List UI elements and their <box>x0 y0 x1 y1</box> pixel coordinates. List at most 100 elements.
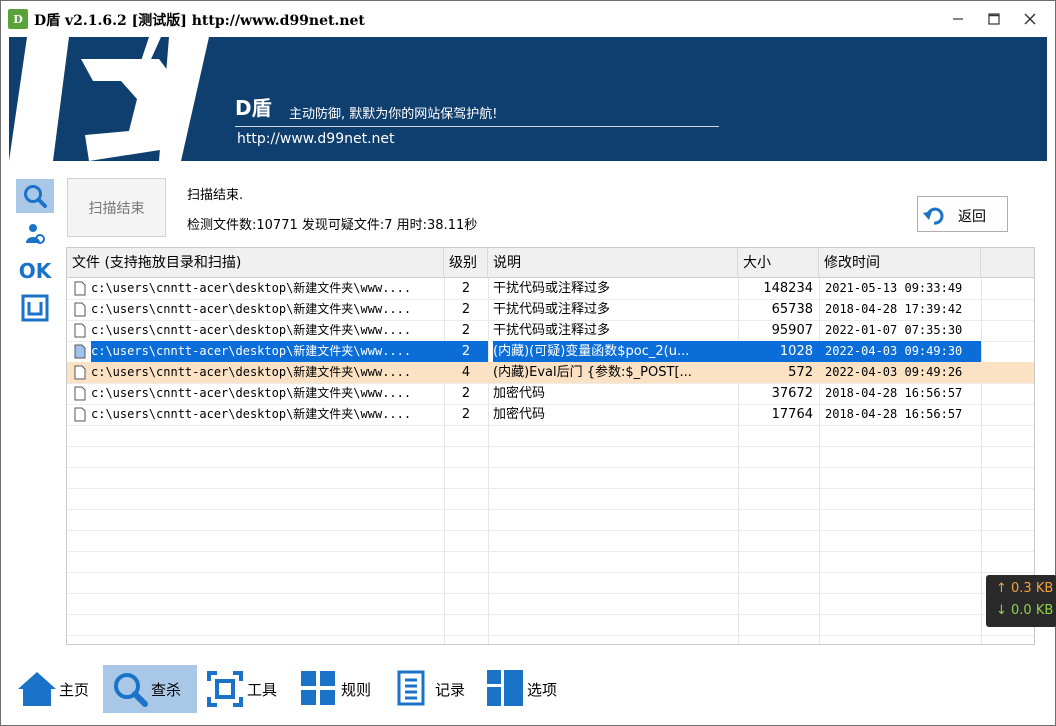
file-icon <box>74 344 86 359</box>
cell-desc: (内藏)Eval后门 {参数:$_POST[... <box>493 365 692 380</box>
app-icon: D <box>8 9 28 29</box>
cell-level: 2 <box>461 386 471 401</box>
cell-level: 2 <box>461 407 471 422</box>
grid-icon <box>301 671 335 705</box>
file-icon <box>74 302 86 317</box>
banner-slogan: 主动防御, 默默为你的网站保驾护航! <box>289 107 498 122</box>
cell-desc: 加密代码 <box>493 407 546 422</box>
grid-line-horizontal <box>67 593 1034 594</box>
cell-size: 65738 <box>771 302 813 317</box>
upload-speed: ↑ 0.3 KB <box>996 581 1054 596</box>
file-icon <box>74 323 86 338</box>
side-tool-ok[interactable]: OK <box>16 254 54 288</box>
cell-mtime: 2021-05-13 09:33:49 <box>825 281 963 295</box>
search-icon <box>24 185 47 208</box>
banner-brand: D盾 <box>235 96 272 120</box>
grid-line-horizontal <box>67 635 1034 636</box>
grid-line-horizontal <box>67 425 1034 426</box>
col-file[interactable]: 文件 (支持拖放目录和扫描) <box>67 248 444 278</box>
close-button[interactable] <box>1015 7 1045 31</box>
cell-size: 572 <box>788 365 813 380</box>
table-row[interactable]: c:\users\cnntt-acer\desktop\新建文件夹\www...… <box>67 320 1034 341</box>
grid-line-horizontal <box>67 551 1034 552</box>
frame-icon <box>21 294 49 322</box>
undo-icon <box>923 207 944 225</box>
grid-line-horizontal <box>67 488 1034 489</box>
close-icon <box>1024 13 1036 25</box>
cell-file: c:\users\cnntt-acer\desktop\新建文件夹\www...… <box>91 281 412 295</box>
file-icon <box>74 281 86 296</box>
cell-size: 148234 <box>763 281 813 296</box>
user-icon <box>26 224 45 244</box>
table-row[interactable]: c:\users\cnntt-acer\desktop\新建文件夹\www...… <box>67 404 1034 425</box>
bottom-nav: 主页 查杀 工具 规则 记录 选项 <box>9 657 1047 719</box>
app-window: D D盾 v2.1.6.2 [测试版] http://www.d99net.ne… <box>0 0 1056 726</box>
back-button[interactable]: 返回 <box>917 196 1008 232</box>
nav-log[interactable]: 记录 <box>391 665 477 713</box>
banner-url[interactable]: http://www.d99net.net <box>237 131 395 147</box>
header-banner: D盾 主动防御, 默默为你的网站保驾护航! http://www.d99net.… <box>9 37 1047 161</box>
table-row[interactable]: c:\users\cnntt-acer\desktop\新建文件夹\www...… <box>67 278 1034 299</box>
nav-home[interactable]: 主页 <box>13 665 99 713</box>
download-speed: ↓ 0.0 KB <box>996 603 1054 618</box>
col-level[interactable]: 级别 <box>444 248 488 278</box>
nav-scan-label: 查杀 <box>151 680 182 699</box>
nav-tools-label: 工具 <box>247 680 278 699</box>
side-tool-frame[interactable] <box>16 291 54 325</box>
cell-file: c:\users\cnntt-acer\desktop\新建文件夹\www...… <box>91 365 412 379</box>
cell-size: 95907 <box>771 323 813 338</box>
cell-file: c:\users\cnntt-acer\desktop\新建文件夹\www...… <box>91 323 412 337</box>
cell-mtime: 2022-04-03 09:49:30 <box>819 341 981 362</box>
nav-tools[interactable]: 工具 <box>203 665 289 713</box>
col-desc[interactable]: 说明 <box>488 248 738 278</box>
scan-finished-button[interactable]: 扫描结束 <box>67 178 166 237</box>
search-icon <box>114 673 148 707</box>
minimize-button[interactable] <box>943 7 973 31</box>
grid-line-horizontal <box>67 572 1034 573</box>
cell-size: 17764 <box>771 407 813 422</box>
col-mtime[interactable]: 修改时间 <box>819 248 981 278</box>
nav-scan[interactable]: 查杀 <box>103 665 197 713</box>
col-size[interactable]: 大小 <box>738 248 819 278</box>
cell-mtime: 2022-01-07 07:35:30 <box>825 323 963 337</box>
title-bar: D D盾 v2.1.6.2 [测试版] http://www.d99net.ne… <box>1 1 1055 37</box>
side-tool-scan[interactable] <box>16 179 54 213</box>
table-row[interactable]: c:\users\cnntt-acer\desktop\新建文件夹\www...… <box>67 383 1034 404</box>
cell-level: 2 <box>461 302 471 317</box>
log-icon <box>397 670 425 706</box>
side-tool-users[interactable] <box>16 217 54 251</box>
grid-line-horizontal <box>67 614 1034 615</box>
maximize-button[interactable] <box>979 7 1009 31</box>
cell-file: c:\users\cnntt-acer\desktop\新建文件夹\www...… <box>91 302 412 316</box>
minimize-icon <box>953 18 963 20</box>
table-row[interactable]: c:\users\cnntt-acer\desktop\新建文件夹\www...… <box>67 341 1034 362</box>
nav-log-label: 记录 <box>435 680 466 699</box>
grid-line-horizontal <box>67 509 1034 510</box>
cell-level: 4 <box>461 365 471 380</box>
cell-desc: 干扰代码或注释过多 <box>493 281 611 296</box>
banner-divider <box>235 126 719 127</box>
grid-line-horizontal <box>67 530 1034 531</box>
scan-status: 扫描结束. <box>187 188 244 203</box>
cell-level: 2 <box>461 281 471 296</box>
d-shield-logo <box>9 37 209 161</box>
cell-file: c:\users\cnntt-acer\desktop\新建文件夹\www...… <box>91 341 444 362</box>
cell-mtime: 2018-04-28 16:56:57 <box>825 386 963 400</box>
cell-level: 2 <box>461 323 471 338</box>
network-speed-widget: ↑ 0.3 KB ↓ 0.0 KB <box>986 575 1056 627</box>
table-row[interactable]: c:\users\cnntt-acer\desktop\新建文件夹\www...… <box>67 362 1034 383</box>
nav-options-label: 选项 <box>527 680 558 699</box>
grid-line-horizontal <box>67 446 1034 447</box>
file-icon <box>74 407 86 422</box>
results-table: 文件 (支持拖放目录和扫描) 级别 说明 大小 修改时间 c:\users\cn… <box>66 247 1035 645</box>
cell-mtime: 2018-04-28 17:39:42 <box>825 302 963 316</box>
home-icon <box>18 672 56 706</box>
nav-rules[interactable]: 规则 <box>297 665 383 713</box>
cell-size: 1028 <box>738 341 819 362</box>
cell-desc: 干扰代码或注释过多 <box>493 302 611 317</box>
cell-size: 37672 <box>771 386 813 401</box>
table-row[interactable]: c:\users\cnntt-acer\desktop\新建文件夹\www...… <box>67 299 1034 320</box>
nav-options[interactable]: 选项 <box>485 665 571 713</box>
nav-home-label: 主页 <box>59 680 90 699</box>
cell-level: 2 <box>444 341 488 362</box>
